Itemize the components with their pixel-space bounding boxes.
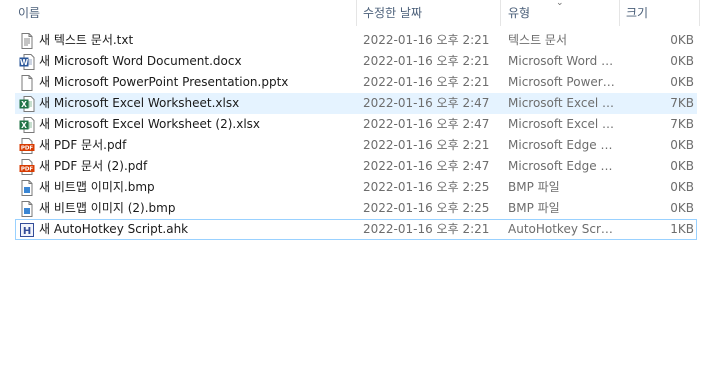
file-size: 0KB — [670, 159, 694, 173]
column-header-date[interactable]: 수정한 날짜 — [359, 0, 499, 26]
pdf-document-icon: PDF — [19, 138, 35, 154]
file-row[interactable]: X 새 Microsoft Excel Worksheet.xlsx 2022-01… — [15, 93, 697, 114]
file-size: 0KB — [670, 33, 694, 47]
file-name: 새 Microsoft PowerPoint Presentation.pptx — [39, 75, 289, 89]
sort-chevron-down-icon: ⌄ — [556, 0, 564, 8]
file-name: 새 Microsoft Excel Worksheet (2).xlsx — [39, 117, 261, 131]
column-divider[interactable] — [699, 0, 700, 26]
excel-document-icon: X — [19, 96, 35, 112]
file-type: BMP 파일 — [508, 180, 560, 194]
file-name: 새 비트맵 이미지 (2).bmp — [39, 201, 176, 215]
svg-text:PDF: PDF — [21, 167, 34, 173]
file-name: 새 Microsoft Excel Worksheet.xlsx — [39, 96, 240, 110]
file-row[interactable]: 새 비트맵 이미지 (2).bmp 2022-01-16 오후 2:25 BMP 파… — [15, 198, 697, 219]
powerpoint-document-icon — [19, 75, 35, 91]
column-divider[interactable] — [356, 0, 357, 26]
pdf-document-icon: PDF — [19, 159, 35, 175]
file-modified-date: 2022-01-16 오후 2:47 — [363, 96, 490, 110]
svg-text:X: X — [21, 100, 27, 109]
file-modified-date: 2022-01-16 오후 2:25 — [363, 201, 490, 215]
file-row[interactable]: 새 텍스트 문서.txt 2022-01-16 오후 2:21 텍스트 문서 0KB — [15, 30, 697, 51]
file-modified-date: 2022-01-16 오후 2:21 — [363, 138, 490, 152]
file-modified-date: 2022-01-16 오후 2:47 — [363, 159, 490, 173]
column-header-bar: 이름 수정한 날짜 유형 ⌄ 크기 — [0, 0, 714, 26]
file-row[interactable]: PDF 새 PDF 문서 (2).pdf 2022-01-16 오후 2:47 Mic… — [15, 156, 697, 177]
file-type: Microsoft Word D... — [508, 54, 616, 68]
file-modified-date: 2022-01-16 오후 2:21 — [363, 33, 490, 47]
file-row[interactable]: PDF 새 PDF 문서.pdf 2022-01-16 오후 2:21 Microso… — [15, 135, 697, 156]
file-size: 0KB — [670, 138, 694, 152]
file-type: Microsoft Excel W... — [508, 96, 616, 110]
column-header-size[interactable]: 크기 — [622, 0, 698, 26]
word-document-icon: W — [19, 54, 35, 70]
file-type: AutoHotkey Script — [508, 222, 616, 236]
file-size: 1KB — [670, 222, 694, 236]
file-type: BMP 파일 — [508, 201, 560, 215]
file-name: 새 PDF 문서.pdf — [39, 138, 127, 152]
file-row[interactable]: W 새 Microsoft Word Document.docx 2022-01-1… — [15, 51, 697, 72]
column-divider[interactable] — [619, 0, 620, 26]
svg-text:W: W — [20, 58, 29, 67]
file-name: 새 Microsoft Word Document.docx — [39, 54, 242, 68]
text-document-icon — [19, 33, 35, 49]
file-list: 새 텍스트 문서.txt 2022-01-16 오후 2:21 텍스트 문서 0KB W… — [15, 30, 697, 240]
file-type: Microsoft Excel W... — [508, 117, 616, 131]
file-row[interactable]: H 새 AutoHotkey Script.ahk 2022-01-16 오후 2:… — [15, 219, 697, 240]
file-modified-date: 2022-01-16 오후 2:25 — [363, 180, 490, 194]
svg-text:PDF: PDF — [21, 146, 34, 152]
file-name: 새 텍스트 문서.txt — [39, 33, 134, 47]
file-modified-date: 2022-01-16 오후 2:21 — [363, 222, 490, 236]
svg-text:H: H — [23, 226, 31, 237]
bitmap-image-icon — [19, 180, 35, 196]
file-modified-date: 2022-01-16 오후 2:21 — [363, 54, 490, 68]
file-row[interactable]: X 새 Microsoft Excel Worksheet (2).xlsx 202… — [15, 114, 697, 135]
file-name: 새 AutoHotkey Script.ahk — [39, 222, 189, 236]
file-size: 0KB — [670, 54, 694, 68]
excel-document-icon: X — [19, 117, 35, 133]
autohotkey-script-icon: H — [19, 222, 35, 238]
file-name: 새 PDF 문서 (2).pdf — [39, 159, 148, 173]
file-size: 7KB — [670, 96, 694, 110]
column-header-name[interactable]: 이름 — [14, 0, 354, 26]
file-type: Microsoft Edge P... — [508, 138, 616, 152]
svg-text:X: X — [21, 121, 27, 130]
file-row[interactable]: 새 Microsoft PowerPoint Presentation.pptx… — [15, 72, 697, 93]
file-modified-date: 2022-01-16 오후 2:47 — [363, 117, 490, 131]
file-size: 0KB — [670, 180, 694, 194]
column-divider[interactable] — [500, 0, 501, 26]
file-row[interactable]: 새 비트맵 이미지.bmp 2022-01-16 오후 2:25 BMP 파일 0KB — [15, 177, 697, 198]
file-type: 텍스트 문서 — [508, 33, 568, 47]
file-modified-date: 2022-01-16 오후 2:21 — [363, 75, 490, 89]
file-type: Microsoft Edge P... — [508, 159, 616, 173]
file-size: 0KB — [670, 75, 694, 89]
file-type: Microsoft PowerP... — [508, 75, 616, 89]
file-name: 새 비트맵 이미지.bmp — [39, 180, 155, 194]
file-size: 0KB — [670, 201, 694, 215]
file-size: 7KB — [670, 117, 694, 131]
bitmap-image-icon — [19, 201, 35, 217]
